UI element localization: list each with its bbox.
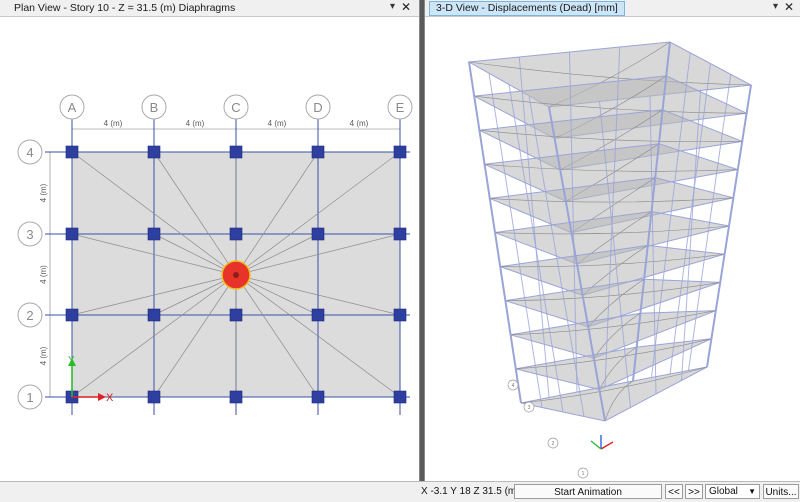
dimension-label: 4 (m) <box>350 119 369 128</box>
dimension-label: 4 (m) <box>39 265 48 284</box>
column[interactable] <box>393 308 407 322</box>
grid-label: 4 <box>26 145 33 160</box>
grid-label: 2 <box>552 441 555 447</box>
grid-label: 2 <box>26 308 33 323</box>
column[interactable] <box>393 145 407 159</box>
dimension-label: 4 (m) <box>186 119 205 128</box>
column[interactable] <box>147 390 161 404</box>
grid-label: A <box>68 100 77 115</box>
units-button[interactable]: Units... <box>763 484 799 499</box>
grid-label: 1 <box>582 471 585 477</box>
dropdown-arrow-icon[interactable]: ▾ <box>773 1 778 12</box>
grid-label: E <box>396 100 405 115</box>
status-bar: X -3.1 Y 18 Z 31.5 (m) Start Animation <… <box>0 481 800 502</box>
plan-view-title[interactable]: Plan View - Story 10 - Z = 31.5 (m) Diap… <box>14 1 235 16</box>
column[interactable] <box>147 145 161 159</box>
grid-label: D <box>313 100 322 115</box>
plan-view-title-bar: Plan View - Story 10 - Z = 31.5 (m) Diap… <box>0 0 419 17</box>
grid-label: B <box>150 100 159 115</box>
column[interactable] <box>65 145 79 159</box>
column[interactable] <box>393 227 407 241</box>
column[interactable] <box>311 227 325 241</box>
plan-view-window[interactable]: Plan View - Story 10 - Z = 31.5 (m) Diap… <box>0 0 420 481</box>
dimension-label: 4 (m) <box>39 346 48 365</box>
grid-label: 3 <box>26 227 33 242</box>
column[interactable] <box>229 145 243 159</box>
dimension-label: 4 (m) <box>268 119 287 128</box>
column[interactable] <box>65 227 79 241</box>
diaphragm-center-dot <box>233 272 239 278</box>
axis-y-label: Y <box>68 355 75 366</box>
column[interactable] <box>311 145 325 159</box>
grid-label: 1 <box>26 390 33 405</box>
close-icon[interactable]: ✕ <box>784 0 794 14</box>
grid-label: 3 <box>528 405 531 411</box>
3d-axes-icon <box>590 435 614 450</box>
chevron-down-icon: ▼ <box>748 487 756 496</box>
3d-building-model <box>467 41 753 422</box>
grid-label: C <box>231 100 240 115</box>
dimension-label: 4 (m) <box>39 183 48 202</box>
axis-x-label: X <box>106 392 114 404</box>
column[interactable] <box>229 227 243 241</box>
column[interactable] <box>393 390 407 404</box>
3d-view-title[interactable]: 3-D View - Displacements (Dead) [mm] <box>429 1 625 16</box>
start-animation-button[interactable]: Start Animation <box>514 484 662 499</box>
coordinate-system-value: Global <box>709 486 738 497</box>
3d-view-window[interactable]: 3-D View - Displacements (Dead) [mm] ▾ ✕… <box>424 0 800 481</box>
plan-view-canvas[interactable]: A B C D E 4 3 2 1 4 (m) 4 (m) 4 (m) 4 (m) 4 (m) 4 (m)… <box>0 17 420 481</box>
column[interactable] <box>65 308 79 322</box>
close-icon[interactable]: ✕ <box>401 0 411 14</box>
cursor-coordinates: X -3.1 Y 18 Z 31.5 (m) <box>421 486 520 497</box>
column[interactable] <box>311 308 325 322</box>
column[interactable] <box>311 390 325 404</box>
coordinate-system-select[interactable]: Global ▼ <box>705 484 760 499</box>
3d-view-canvas[interactable]: 4 3 2 1 <box>425 17 800 481</box>
next-button[interactable]: >> <box>685 484 703 499</box>
column[interactable] <box>147 308 161 322</box>
column[interactable] <box>229 308 243 322</box>
3d-view-title-bar: 3-D View - Displacements (Dead) [mm] ▾ ✕ <box>425 0 800 17</box>
column[interactable] <box>147 227 161 241</box>
column[interactable] <box>229 390 243 404</box>
previous-button[interactable]: << <box>665 484 683 499</box>
grid-label: 4 <box>512 383 515 389</box>
dimension-label: 4 (m) <box>104 119 123 128</box>
dropdown-arrow-icon[interactable]: ▾ <box>390 1 395 12</box>
